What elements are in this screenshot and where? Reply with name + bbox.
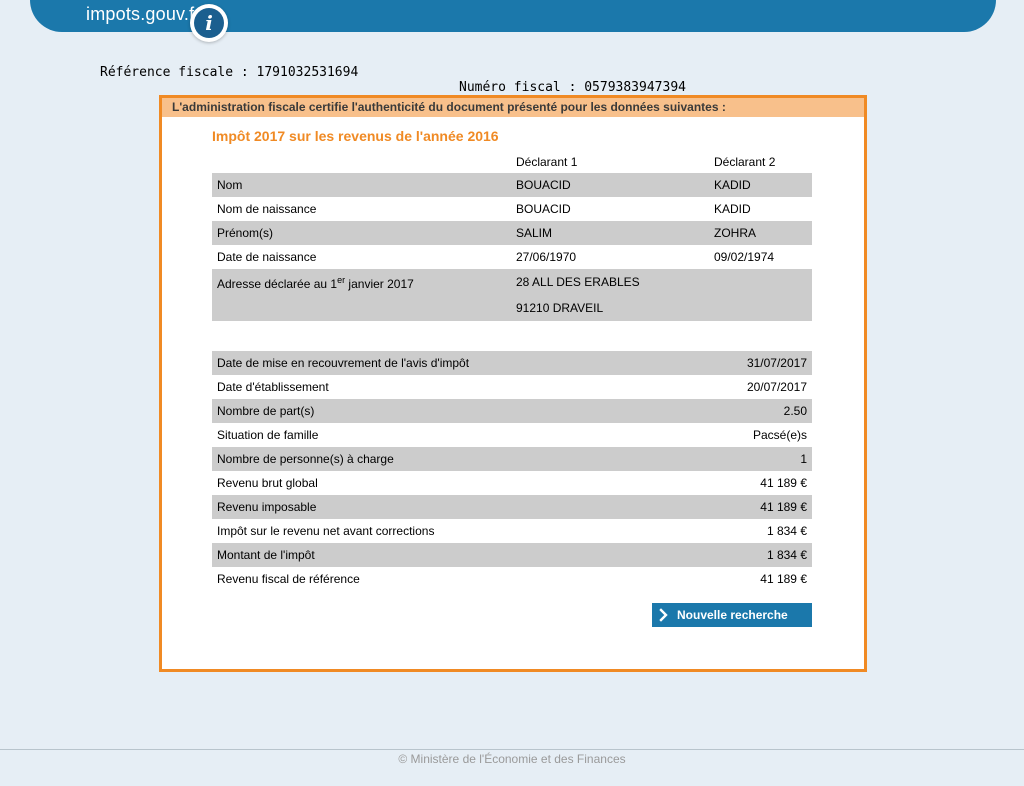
table-row: Nom BOUACID KADID [212,173,812,197]
chevron-right-icon [659,608,668,622]
row-label: Date de naissance [217,250,317,264]
identity-table: Nom BOUACID KADID Nom de naissance BOUAC… [212,173,812,321]
site-logo-text[interactable]: impots.gouv.fr [86,4,201,25]
row-value: 1 834 € [766,548,807,562]
panel-notice: L'administration fiscale certifie l'auth… [162,98,864,117]
declarant-1-header: Déclarant 1 [516,155,578,169]
row-label: Situation de famille [217,428,319,442]
table-row: Revenu imposable 41 189 € [212,495,812,519]
table-row: Revenu brut global 41 189 € [212,471,812,495]
row-value: 31/07/2017 [746,356,807,370]
row-label: Revenu fiscal de référence [217,572,360,586]
row-value: 41 189 € [760,572,807,586]
row-value: 41 189 € [760,500,807,514]
table-row: Nombre de part(s) 2.50 [212,399,812,423]
row-label: Nom [217,178,243,192]
table-row: Montant de l'impôt 1 834 € [212,543,812,567]
address-row: Adresse déclarée au 1er janvier 2017 28 … [212,269,812,321]
section-title: Impôt 2017 sur les revenus de l'année 20… [212,128,499,144]
certification-panel: L'administration fiscale certifie l'auth… [159,95,867,672]
table-row: Date de mise en recouvrement de l'avis d… [212,351,812,375]
declarant-2-value: KADID [714,178,751,192]
row-value: 41 189 € [760,476,807,490]
declarant-2-value: ZOHRA [714,226,756,240]
footer-divider [0,749,1024,750]
row-value: 2.50 [783,404,807,418]
declarant-2-header: Déclarant 2 [714,155,776,169]
row-label: Revenu brut global [217,476,318,490]
declarant-1-value: SALIM [516,226,553,240]
table-row: Situation de famille Pacsé(e)s [212,423,812,447]
tax-summary-table: Date de mise en recouvrement de l'avis d… [212,351,812,591]
new-search-button-label: Nouvelle recherche [677,608,788,622]
row-label: Prénom(s) [217,226,274,240]
row-value: Pacsé(e)s [752,428,807,442]
table-row: Nom de naissance BOUACID KADID [212,197,812,221]
declarant-1-value: BOUACID [516,202,571,216]
logo-badge-letter: i [194,8,224,38]
row-label: Date de mise en recouvrement de l'avis d… [217,356,470,370]
declarant-1-value: 27/06/1970 [516,250,577,264]
table-row: Impôt sur le revenu net avant correction… [212,519,812,543]
panel-notice-text: L'administration fiscale certifie l'auth… [172,100,726,114]
new-search-button[interactable]: Nouvelle recherche [652,603,812,627]
row-label: Nombre de part(s) [217,404,315,418]
row-label: Nom de naissance [217,202,317,216]
row-value: 20/07/2017 [746,380,807,394]
info-i-icon[interactable]: i [190,4,228,42]
row-label: Date d'établissement [217,380,329,394]
row-label: Montant de l'impôt [217,548,315,562]
address-line-2: 91210 DRAVEIL [516,301,604,315]
address-label-post: janvier 2017 [345,277,414,291]
table-row: Prénom(s) SALIM ZOHRA [212,221,812,245]
row-label: Revenu imposable [217,500,317,514]
address-label: Adresse déclarée au 1er janvier 2017 [217,275,414,291]
address-line-1: 28 ALL DES ERABLES [516,275,640,289]
row-label: Impôt sur le revenu net avant correction… [217,524,435,538]
row-label: Nombre de personne(s) à charge [217,452,394,466]
table-row: Nombre de personne(s) à charge 1 [212,447,812,471]
footer-copyright: © Ministère de l'Économie et des Finance… [398,752,626,766]
address-label-pre: Adresse déclarée au 1 [217,277,338,291]
table-row: Date d'établissement 20/07/2017 [212,375,812,399]
address-label-sup: er [337,275,346,285]
row-value: 1 [800,452,807,466]
table-row: Revenu fiscal de référence 41 189 € [212,567,812,591]
declarant-1-value: BOUACID [516,178,571,192]
top-banner: impots.gouv.fr i [30,0,996,42]
declarant-2-value: 09/02/1974 [714,250,775,264]
row-value: 1 834 € [766,524,807,538]
numero-fiscal: Numéro fiscal : 0579383947394 [459,80,686,95]
fiscal-identifiers: Référence fiscale : 1791032531694 Numéro… [0,50,1024,95]
declarant-2-value: KADID [714,202,751,216]
table-row: Date de naissance 27/06/1970 09/02/1974 [212,245,812,269]
reference-fiscale: Référence fiscale : 1791032531694 [100,65,359,80]
